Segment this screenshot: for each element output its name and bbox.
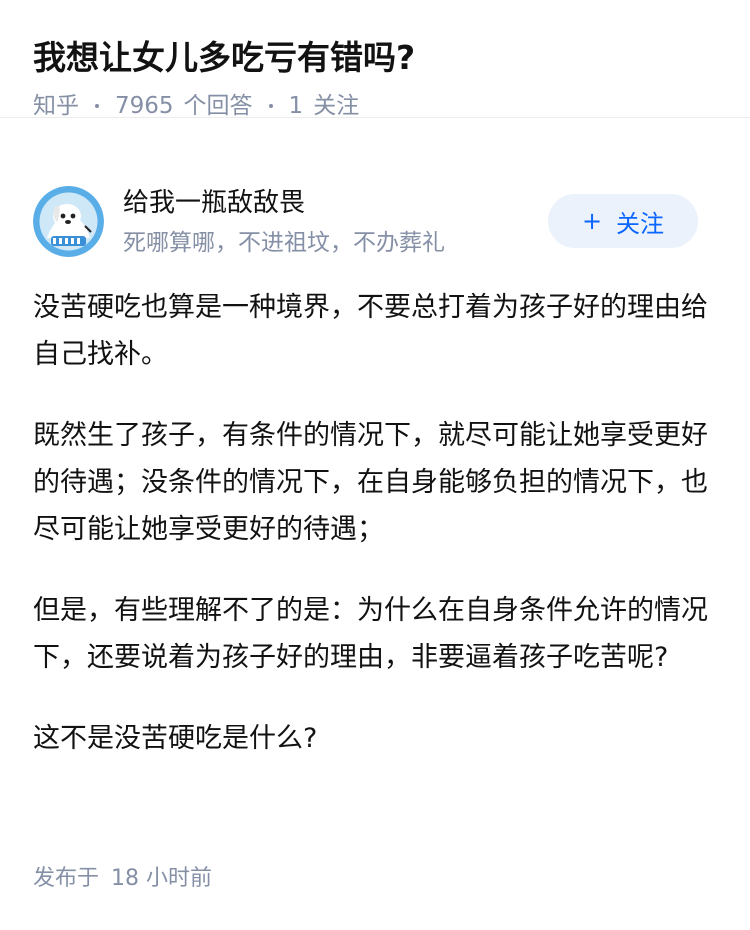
bio-fade: [453, 226, 513, 260]
answer-count-label: 个回答: [183, 93, 253, 119]
published-time: 发布于 18 小时前: [33, 862, 212, 896]
published-prefix: 发布于: [33, 866, 100, 891]
answer-content: 没苦硬吃也算是一种境界，不要总打着为孩子好的理由给自己找补。 既然生了孩子，有条…: [33, 284, 713, 796]
question-header: 我想让女儿多吃亏有错吗? 知乎 7965 个回答 1 关注: [0, 0, 750, 119]
follow-button-label: 关注: [616, 209, 665, 238]
answer-paragraph: 既然生了孩子，有条件的情况下，就尽可能让她享受更好的待遇；没条件的情况下，在自身…: [33, 420, 708, 545]
dog-avatar-icon: [33, 186, 104, 257]
author-card: 给我一瓶敌敌畏 死哪算哪，不进祖坟，不办葬礼 + 关注: [33, 184, 698, 260]
answer-paragraph: 没苦硬吃也算是一种境界，不要总打着为孩子好的理由给自己找补。: [33, 292, 708, 370]
answer-paragraph: 这不是没苦硬吃是什么?: [33, 723, 318, 754]
plus-icon: +: [581, 207, 603, 235]
follow-count-label: 关注: [313, 93, 360, 119]
separator-dot: [268, 104, 273, 108]
question-title[interactable]: 我想让女儿多吃亏有错吗?: [33, 34, 717, 82]
follow-author-button[interactable]: + 关注: [548, 194, 698, 248]
separator-dot: [95, 104, 99, 108]
published-time-value: 18 小时前: [111, 866, 213, 891]
source-label[interactable]: 知乎: [33, 90, 79, 122]
avatar[interactable]: [33, 186, 104, 257]
answer-count: 7965: [115, 93, 174, 119]
question-meta: 知乎 7965 个回答 1 关注: [33, 90, 717, 122]
answer-paragraph: 但是，有些理解不了的是：为什么在自身条件允许的情况下，还要说着为孩子好的理由，非…: [33, 595, 708, 673]
follow-count: 1: [288, 93, 304, 119]
author-name[interactable]: 给我一瓶敌敌畏: [123, 184, 305, 222]
